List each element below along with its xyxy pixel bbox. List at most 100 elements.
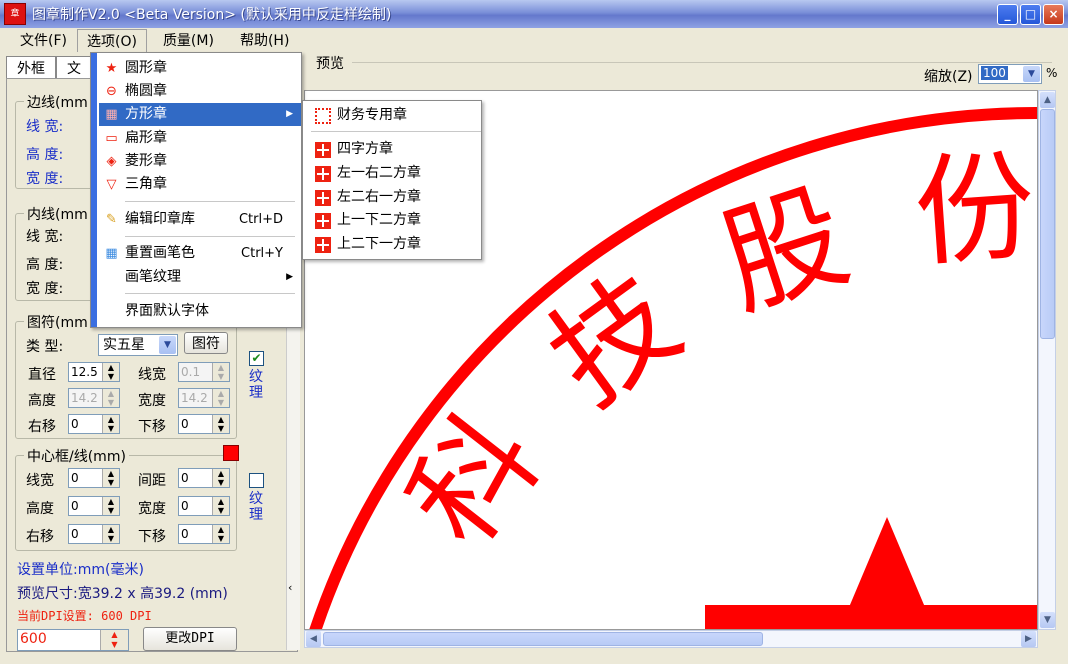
preview-label: 预览 bbox=[316, 56, 344, 72]
menu-options[interactable]: 选项(O) bbox=[76, 28, 147, 52]
center-color-swatch[interactable] bbox=[223, 445, 239, 461]
zoom-unit: % bbox=[1046, 66, 1058, 80]
maximize-button[interactable]: □ bbox=[1020, 4, 1041, 25]
submenu-item-finance-seal[interactable]: 财务专用章 bbox=[307, 104, 479, 127]
menu-item-round-seal[interactable]: ★ 圆形章 bbox=[99, 57, 301, 80]
scroll-down-icon[interactable]: ▼ bbox=[1040, 612, 1055, 628]
center-right-stepper[interactable]: 0 ▲ ▼ bbox=[68, 524, 120, 544]
inner-linewidth-label: 线 宽: bbox=[26, 229, 64, 245]
chevron-down-icon: ▼ bbox=[159, 336, 176, 354]
preview-horizontal-scrollbar[interactable]: ◀ ▶ bbox=[304, 630, 1038, 648]
symbol-down-stepper[interactable]: 0 ▲ ▼ bbox=[178, 414, 230, 434]
symbol-down-label: 下移 bbox=[138, 419, 166, 435]
menu-help[interactable]: 帮助(H) bbox=[230, 28, 299, 52]
stepper-arrows-icon[interactable]: ▲ ▼ bbox=[212, 469, 229, 487]
menu-file[interactable]: 文件(F) bbox=[10, 28, 77, 52]
diameter-label: 直径 bbox=[28, 367, 56, 383]
center-height-stepper[interactable]: 0 ▲ ▼ bbox=[68, 496, 120, 516]
center-group-title: 中心框/线(mm) bbox=[24, 446, 129, 466]
change-dpi-button[interactable]: 更改DPI bbox=[143, 627, 237, 651]
border-width-label: 宽 度: bbox=[26, 171, 64, 187]
symbol-type-select[interactable]: 实五星 ▼ bbox=[98, 334, 178, 356]
scroll-right-icon[interactable]: ▶ bbox=[1021, 631, 1036, 647]
center-frame-group: 中心框/线(mm) 线宽 0 ▲ ▼ 间距 0 ▲ ▼ 高度 0 ▲ ▼ 宽度 0 ▲… bbox=[15, 446, 237, 551]
left1-right2-seal-icon bbox=[315, 166, 331, 182]
close-button[interactable]: × bbox=[1043, 4, 1064, 25]
center-texture-checkbox[interactable] bbox=[249, 473, 264, 488]
stepper-arrows-icon[interactable]: ▲ ▼ bbox=[102, 525, 119, 543]
scroll-up-icon[interactable]: ▲ bbox=[1040, 92, 1055, 108]
flat-seal-icon: ▭ bbox=[105, 131, 118, 146]
diameter-stepper[interactable]: 12.5 ▲ ▼ bbox=[68, 362, 120, 382]
unit-text: 设置单位:mm(毫米) bbox=[17, 562, 144, 578]
center-width-label: 宽度 bbox=[138, 501, 166, 517]
tab-outer-frame[interactable]: 外框 bbox=[6, 56, 56, 79]
dpi-text: 当前DPI设置: 600 DPI bbox=[17, 609, 152, 623]
stepper-arrows-icon[interactable]: ▲ ▼ bbox=[102, 469, 119, 487]
vertical-scroll-thumb[interactable] bbox=[1040, 109, 1055, 339]
preview-size-text: 预览尺寸:宽39.2 x 高39.2 (mm) bbox=[17, 586, 228, 602]
stepper-arrows-icon[interactable]: ▲ ▼ bbox=[212, 525, 229, 543]
inner-width-label: 宽 度: bbox=[26, 281, 64, 297]
stepper-arrows-icon[interactable]: ▲ ▼ bbox=[102, 497, 119, 515]
horizontal-scroll-thumb[interactable] bbox=[323, 632, 763, 646]
menu-item-default-font[interactable]: 界面默认字体 bbox=[99, 300, 301, 323]
symbol-height-stepper[interactable]: 14.2 ▲ ▼ bbox=[68, 388, 120, 408]
left2-right1-seal-icon bbox=[315, 190, 331, 206]
app-icon: 章 bbox=[4, 3, 26, 25]
window-controls: _ □ × bbox=[997, 4, 1064, 25]
minimize-button[interactable]: _ bbox=[997, 4, 1018, 25]
submenu-item-left1-right2[interactable]: 左一右二方章 bbox=[307, 162, 479, 185]
submenu-item-left2-right1[interactable]: 左二右一方章 bbox=[307, 186, 479, 209]
submenu-item-top1-bottom2[interactable]: 上一下二方章 bbox=[307, 209, 479, 232]
stepper-arrows-icon[interactable]: ▲ ▼ bbox=[212, 415, 229, 433]
scroll-left-icon[interactable]: ‹ bbox=[288, 581, 292, 594]
star-circle-icon: ★ bbox=[105, 61, 118, 76]
shortcut-text: Ctrl+D bbox=[238, 212, 283, 227]
stepper-arrows-icon[interactable]: ▲ ▼ bbox=[102, 389, 119, 407]
stepper-arrows-icon[interactable]: ▲ ▼ bbox=[212, 389, 229, 407]
center-down-stepper[interactable]: 0 ▲ ▼ bbox=[178, 524, 230, 544]
center-linewidth-stepper[interactable]: 0 ▲ ▼ bbox=[68, 468, 120, 488]
square-seal-submenu: 财务专用章 四字方章 左一右二方章 左二右一方章 上一下二方章 上二下一方章 bbox=[302, 100, 482, 260]
dpi-stepper[interactable]: 600 ▲ ▼ bbox=[17, 629, 129, 651]
menu-item-reset-color[interactable]: ▦ 重置画笔色 Ctrl+Y bbox=[99, 242, 301, 265]
menu-quality[interactable]: 质量(M) bbox=[153, 28, 224, 52]
menu-item-pen-texture[interactable]: 画笔纹理 ▶ bbox=[99, 266, 301, 289]
menu-stripe bbox=[91, 53, 97, 327]
symbol-texture-checkbox[interactable]: ✔ bbox=[249, 351, 264, 366]
submenu-arrow-icon: ▶ bbox=[286, 109, 293, 119]
stepper-arrows-icon[interactable]: ▲ ▼ bbox=[102, 415, 119, 433]
shortcut-text: Ctrl+Y bbox=[241, 246, 283, 261]
menu-separator bbox=[125, 236, 295, 237]
symbol-linewidth-stepper[interactable]: 0.1 ▲ ▼ bbox=[178, 362, 230, 382]
symbol-button[interactable]: 图符 bbox=[184, 332, 228, 354]
zoom-value: 100 bbox=[981, 66, 1008, 80]
center-spacing-stepper[interactable]: 0 ▲ ▼ bbox=[178, 468, 230, 488]
center-spacing-label: 间距 bbox=[138, 473, 166, 489]
submenu-item-four-char[interactable]: 四字方章 bbox=[307, 138, 479, 161]
symbol-width-stepper[interactable]: 14.2 ▲ ▼ bbox=[178, 388, 230, 408]
diamond-seal-icon: ◈ bbox=[106, 154, 117, 169]
center-linewidth-label: 线宽 bbox=[26, 473, 54, 489]
menu-item-triangle-seal[interactable]: ▽ 三角章 bbox=[99, 173, 301, 196]
scroll-left-icon[interactable]: ◀ bbox=[306, 631, 321, 647]
submenu-item-top2-bottom1[interactable]: 上二下一方章 bbox=[307, 233, 479, 256]
symbol-right-stepper[interactable]: 0 ▲ ▼ bbox=[68, 414, 120, 434]
tab-text[interactable]: 文 bbox=[56, 56, 92, 79]
stepper-arrows-icon[interactable]: ▲ ▼ bbox=[100, 630, 128, 650]
preview-divider bbox=[352, 62, 1052, 63]
preview-vertical-scrollbar[interactable]: ▲ ▼ bbox=[1038, 90, 1056, 630]
menu-item-ellipse-seal[interactable]: ⊖ 椭圆章 bbox=[99, 80, 301, 103]
menu-item-flat-seal[interactable]: ▭ 扁形章 bbox=[99, 127, 301, 150]
menu-item-edit-library[interactable]: ✎ 编辑印章库 Ctrl+D bbox=[99, 208, 301, 231]
menu-item-square-seal[interactable]: ▦ 方形章 ▶ bbox=[99, 103, 301, 126]
stepper-arrows-icon[interactable]: ▲ ▼ bbox=[102, 363, 119, 381]
seal-star-base bbox=[705, 605, 1037, 629]
stepper-arrows-icon[interactable]: ▲ ▼ bbox=[212, 363, 229, 381]
menu-item-diamond-seal[interactable]: ◈ 菱形章 bbox=[99, 150, 301, 173]
stepper-arrows-icon[interactable]: ▲ ▼ bbox=[212, 497, 229, 515]
center-down-label: 下移 bbox=[138, 529, 166, 545]
zoom-select[interactable]: 100 ▼ bbox=[978, 64, 1042, 84]
center-width-stepper[interactable]: 0 ▲ ▼ bbox=[178, 496, 230, 516]
